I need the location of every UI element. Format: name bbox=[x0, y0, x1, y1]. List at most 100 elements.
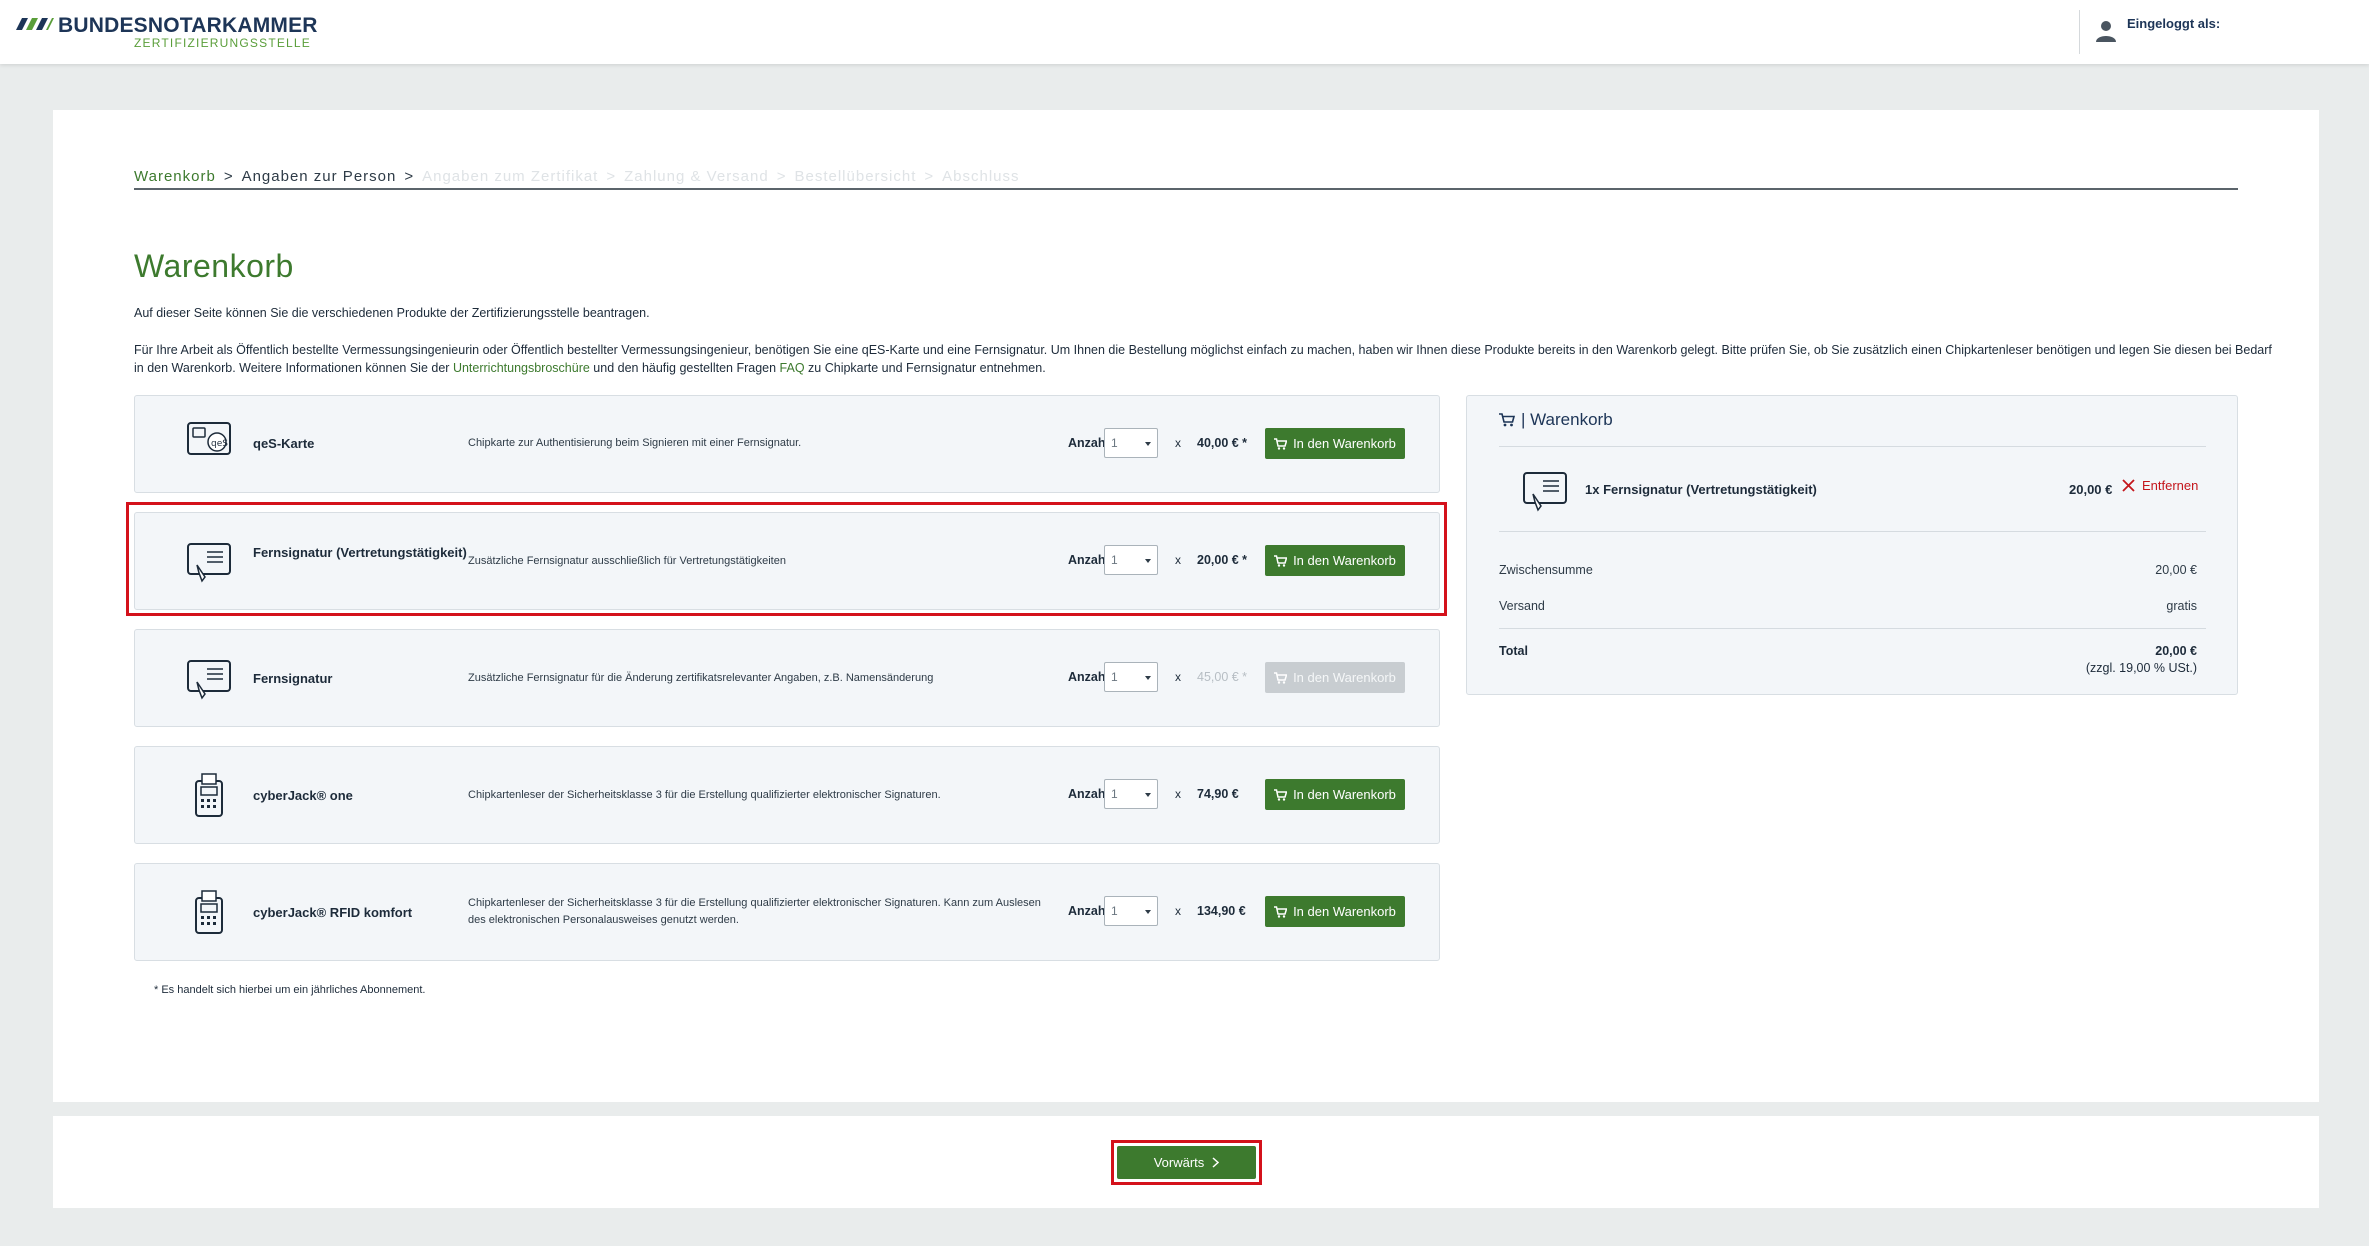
add-to-cart-button[interactable]: In den Warenkorb bbox=[1265, 428, 1405, 459]
quantity-label: Anzahl bbox=[1068, 904, 1109, 918]
tax-note: (zzgl. 19,00 % USt.) bbox=[2085, 661, 2197, 675]
product-card-cyberjack-rfid-komfort: cyberJack® RFID komfort Chipkartenleser … bbox=[134, 863, 1440, 961]
cart-icon bbox=[1274, 788, 1288, 801]
cart-item-name: 1x Fernsignatur (Vertretungstätigkeit) bbox=[1585, 482, 1817, 497]
signature-icon bbox=[1523, 472, 1567, 512]
product-price: 45,00 € * bbox=[1197, 670, 1248, 684]
product-description: Chipkartenleser der Sicherheitsklasse 3 … bbox=[468, 897, 1041, 926]
quantity-value: 1 bbox=[1111, 670, 1118, 684]
quantity-label: Anzahl bbox=[1068, 436, 1109, 450]
product-name: cyberJack® one bbox=[253, 788, 353, 803]
footnote: * Es handelt sich hierbei um ein jährlic… bbox=[154, 984, 426, 996]
product-description: Zusätzliche Fernsignatur für die Änderun… bbox=[468, 672, 934, 684]
product-description: Chipkarte zur Authentisierung beim Signi… bbox=[468, 437, 802, 449]
svg-text:qeS: qeS bbox=[211, 439, 228, 449]
card-reader-icon bbox=[195, 773, 223, 817]
product-card-qes-karte: qeS qeS-Karte Chipkarte zur Authentisier… bbox=[134, 395, 1440, 493]
user-menu[interactable]: Eingeloggt als: bbox=[2079, 10, 2220, 54]
next-button[interactable]: Vorwärts bbox=[1117, 1146, 1256, 1179]
cart-icon bbox=[1274, 437, 1288, 450]
faq-link[interactable]: FAQ bbox=[780, 361, 805, 375]
cart-icon bbox=[1499, 413, 1515, 427]
breadcrumb-separator: > bbox=[924, 168, 935, 185]
brochure-link[interactable]: Unterrichtungsbroschüre bbox=[453, 361, 590, 375]
top-header: BUNDESNOTARKAMMER ZERTIFIZIERUNGSSTELLE … bbox=[0, 0, 2369, 64]
chevron-down-icon bbox=[1145, 793, 1151, 797]
logo-mark-icon bbox=[16, 18, 54, 30]
intro-details-text: und den häufig gestellten Fragen bbox=[589, 361, 780, 375]
breadcrumb-separator: > bbox=[404, 168, 415, 185]
product-card-cyberjack-one: cyberJack® one Chipkartenleser der Siche… bbox=[134, 746, 1440, 844]
breadcrumb-separator: > bbox=[223, 168, 234, 185]
intro-text: Auf dieser Seite können Sie die verschie… bbox=[134, 306, 650, 320]
quantity-value: 1 bbox=[1111, 436, 1118, 450]
logged-in-label: Eingeloggt als: bbox=[2127, 16, 2221, 31]
signature-icon bbox=[187, 660, 231, 700]
add-to-cart-label: In den Warenkorb bbox=[1293, 436, 1396, 451]
breadcrumb-separator: > bbox=[606, 168, 617, 185]
user-icon bbox=[2096, 21, 2116, 42]
divider bbox=[1499, 446, 2206, 447]
breadcrumb-warenkorb[interactable]: Warenkorb bbox=[134, 168, 216, 185]
add-to-cart-button-disabled: In den Warenkorb bbox=[1265, 662, 1405, 693]
cart-summary-title-text: | Warenkorb bbox=[1521, 410, 1613, 429]
chevron-down-icon bbox=[1145, 442, 1151, 446]
cart-icon bbox=[1274, 905, 1288, 918]
breadcrumb-abschluss: Abschluss bbox=[942, 168, 1020, 185]
breadcrumb-angaben-zertifikat: Angaben zum Zertifikat bbox=[422, 168, 599, 185]
quantity-label: Anzahl bbox=[1068, 670, 1109, 684]
shipping-label: Versand bbox=[1499, 599, 1545, 613]
chevron-down-icon bbox=[1145, 910, 1151, 914]
card-icon: qeS bbox=[187, 422, 231, 455]
product-description: Chipkartenleser der Sicherheitsklasse 3 … bbox=[468, 789, 941, 801]
cart-icon bbox=[1274, 671, 1288, 684]
total-value: 20,00 € bbox=[2155, 644, 2197, 658]
breadcrumb: Warenkorb > Angaben zur Person > Angaben zum… bbox=[134, 168, 2238, 190]
logo-subtitle: ZERTIFIZIERUNGSSTELLE bbox=[134, 36, 312, 50]
cart-summary-title: | Warenkorb bbox=[1499, 410, 1613, 430]
product-name: Fernsignatur bbox=[253, 671, 333, 686]
chevron-down-icon bbox=[1145, 676, 1151, 680]
quantity-label: Anzahl bbox=[1068, 787, 1109, 801]
cart-summary: | Warenkorb 1x Fernsignatur (Vertretungs… bbox=[1466, 395, 2238, 695]
chevron-right-icon bbox=[1212, 1157, 1220, 1168]
cart-item-price: 20,00 € bbox=[2069, 482, 2113, 497]
product-price: 134,90 € bbox=[1197, 904, 1246, 918]
breadcrumb-zahlung-versand: Zahlung & Versand bbox=[624, 168, 769, 185]
selection-highlight bbox=[126, 502, 1447, 616]
close-icon bbox=[2122, 479, 2135, 492]
remove-label: Entfernen bbox=[2142, 478, 2199, 493]
breadcrumb-separator: > bbox=[776, 168, 787, 185]
product-name: qeS-Karte bbox=[253, 436, 315, 451]
total-label: Total bbox=[1499, 644, 1528, 658]
quantity-select[interactable]: 1 bbox=[1104, 896, 1158, 926]
product-price: 74,90 € bbox=[1197, 787, 1239, 801]
times-sign: x bbox=[1175, 436, 1181, 450]
divider bbox=[1499, 531, 2206, 532]
product-name: cyberJack® RFID komfort bbox=[253, 905, 413, 920]
next-button-label: Vorwärts bbox=[1153, 1155, 1205, 1170]
add-to-cart-button[interactable]: In den Warenkorb bbox=[1265, 779, 1405, 810]
add-to-cart-label: In den Warenkorb bbox=[1293, 904, 1396, 919]
page-title: Warenkorb bbox=[134, 248, 294, 284]
breadcrumb-bestelluebersicht: Bestellübersicht bbox=[794, 168, 917, 185]
subtotal-label: Zwischensumme bbox=[1499, 563, 1593, 577]
logo-title: BUNDESNOTARKAMMER bbox=[58, 14, 318, 37]
quantity-select[interactable]: 1 bbox=[1104, 662, 1158, 692]
breadcrumb-angaben-person: Angaben zur Person bbox=[241, 168, 397, 185]
quantity-value: 1 bbox=[1111, 787, 1118, 801]
intro-details: Für Ihre Arbeit als Öffentlich bestellte… bbox=[134, 341, 2284, 377]
product-price: 40,00 € * bbox=[1197, 436, 1248, 450]
remove-item-button[interactable]: Entfernen bbox=[2121, 478, 2198, 493]
add-to-cart-button[interactable]: In den Warenkorb bbox=[1265, 896, 1405, 927]
quantity-select[interactable]: 1 bbox=[1104, 428, 1158, 458]
quantity-select[interactable]: 1 bbox=[1104, 779, 1158, 809]
times-sign: x bbox=[1175, 904, 1181, 918]
add-to-cart-label: In den Warenkorb bbox=[1293, 670, 1396, 685]
times-sign: x bbox=[1175, 787, 1181, 801]
divider bbox=[1499, 628, 2206, 629]
add-to-cart-label: In den Warenkorb bbox=[1293, 787, 1396, 802]
times-sign: x bbox=[1175, 670, 1181, 684]
subtotal-value: 20,00 € bbox=[2155, 563, 2197, 577]
intro-details-text: zu Chipkarte und Fernsignatur entnehmen. bbox=[804, 361, 1046, 375]
